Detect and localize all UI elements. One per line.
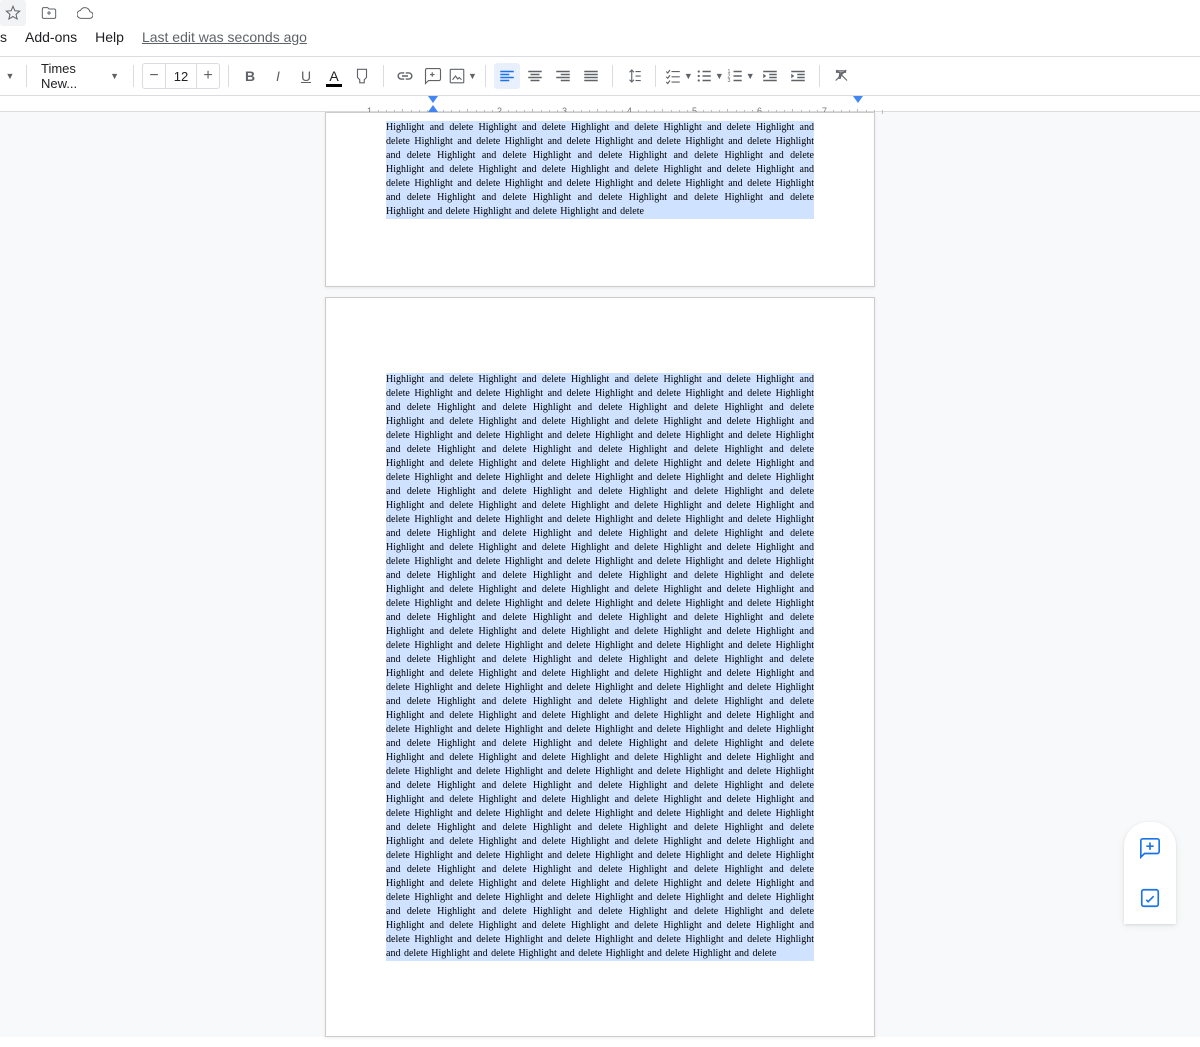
- cloud-icon[interactable]: [72, 0, 98, 26]
- italic-button[interactable]: I: [265, 63, 291, 89]
- font-size-increase[interactable]: +: [197, 64, 219, 88]
- canvas: 11234567 Highlight and delete Highlight …: [0, 96, 1200, 1037]
- ruler[interactable]: 11234567: [0, 96, 1200, 112]
- align-left-button[interactable]: [494, 63, 520, 89]
- clear-formatting-button[interactable]: [828, 63, 854, 89]
- align-center-button[interactable]: [522, 63, 548, 89]
- insert-comment-fab[interactable]: [1132, 830, 1168, 866]
- move-icon[interactable]: [36, 0, 62, 26]
- font-family-label: Times New...: [41, 61, 108, 91]
- align-right-button[interactable]: [550, 63, 576, 89]
- highlight-button[interactable]: [349, 63, 375, 89]
- image-button[interactable]: ▼: [448, 63, 477, 89]
- document-page-2[interactable]: Highlight and delete Highlight and delet…: [325, 297, 875, 1037]
- menu-s-partial[interactable]: s: [0, 29, 7, 45]
- last-edit-link[interactable]: Last edit was seconds ago: [142, 29, 307, 45]
- toolbar: ▼ Times New... ▼ − + B I U A ▼: [0, 56, 1200, 96]
- document-text-selected[interactable]: Highlight and delete Highlight and delet…: [386, 121, 814, 219]
- font-size-group: − +: [142, 63, 220, 89]
- outdent-button[interactable]: [757, 63, 783, 89]
- document-page-1[interactable]: Highlight and delete Highlight and delet…: [325, 112, 875, 287]
- titlebar-icons: [0, 0, 1200, 25]
- star-icon[interactable]: [0, 0, 26, 26]
- suggest-edits-fab[interactable]: [1132, 880, 1168, 916]
- text-color-button[interactable]: A: [321, 63, 347, 89]
- line-spacing-button[interactable]: [621, 63, 647, 89]
- menu-bar: s Add-ons Help Last edit was seconds ago: [0, 25, 1200, 56]
- link-button[interactable]: [392, 63, 418, 89]
- underline-button[interactable]: U: [293, 63, 319, 89]
- font-size-input[interactable]: [165, 64, 197, 88]
- floating-action-column: [1124, 822, 1176, 924]
- numbered-list-button[interactable]: 123 ▼: [726, 63, 755, 89]
- font-family-select[interactable]: Times New... ▼: [35, 63, 125, 89]
- checklist-button[interactable]: ▼: [664, 63, 693, 89]
- styles-dropdown[interactable]: ▼: [0, 63, 18, 89]
- bullet-list-button[interactable]: ▼: [695, 63, 724, 89]
- menu-addons[interactable]: Add-ons: [25, 29, 77, 45]
- bold-button[interactable]: B: [237, 63, 263, 89]
- svg-text:3: 3: [727, 78, 730, 84]
- comment-button[interactable]: [420, 63, 446, 89]
- menu-help[interactable]: Help: [95, 29, 124, 45]
- document-text-selected[interactable]: Highlight and delete Highlight and delet…: [386, 373, 814, 961]
- align-justify-button[interactable]: [578, 63, 604, 89]
- indent-button[interactable]: [785, 63, 811, 89]
- font-size-decrease[interactable]: −: [143, 64, 165, 88]
